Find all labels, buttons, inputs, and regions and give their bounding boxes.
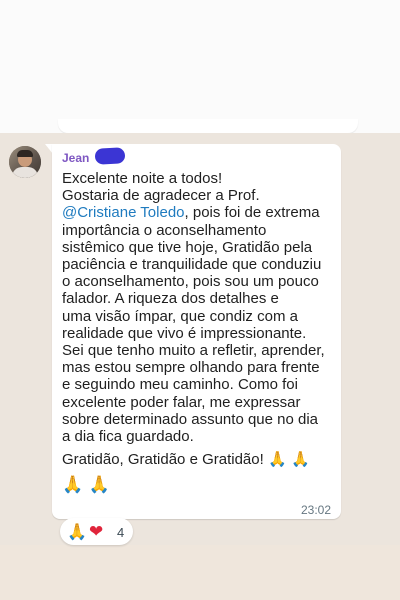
message-line: excelente poder falar, me expressar (62, 393, 301, 411)
previous-message-bubble-edge (58, 119, 358, 133)
message-line: a dia fica guardado. (62, 428, 194, 446)
message-line: uma visão ímpar, que condiz com a (62, 307, 298, 325)
avatar-body (12, 167, 38, 178)
name-redaction-scribble (94, 147, 126, 165)
sender-avatar[interactable] (9, 146, 41, 178)
message-text: Excelente noite a todos! Gostaria de agr… (62, 170, 337, 495)
message-line: importância o aconselhamento (62, 221, 267, 239)
closing-line: Gratidão, Gratidão e Gratidão! 🙏 🙏 (62, 450, 337, 469)
red-heart-reaction-icon: ❤ (89, 522, 104, 542)
previous-area (0, 0, 400, 133)
message-line: sistêmico que tive hoje, Gratidão pela (62, 238, 313, 256)
folded-hands-emoji-icon: 🙏 🙏 (62, 475, 110, 496)
message-timestamp: 23:02 (301, 503, 332, 517)
folded-hands-reaction-icon: 🙏 (67, 522, 87, 541)
message-line: falador. A riqueza dos detalhes e (62, 290, 279, 308)
message-line: Sei que tenho muito a refletir, aprender… (62, 342, 325, 360)
avatar-hair (17, 150, 33, 157)
message-line: Excelente noite a todos! (62, 170, 223, 187)
folded-hands-emoji-icon: 🙏 🙏 (267, 450, 311, 469)
message-line-rest: , pois foi de extrema (184, 204, 320, 222)
message-line: mas estou sempre olhando para frente (62, 359, 320, 377)
message-line: e seguindo meu caminho. Como foi (62, 376, 298, 394)
reaction-count: 4 (117, 525, 125, 540)
message-line: paciência e tranquilidade que conduziu (62, 256, 322, 274)
message-line: sobre determinado assunto que no dia (62, 410, 319, 428)
message-line-with-mention: @Cristiane Toledo, pois foi de extrema (62, 204, 337, 221)
bottom-area (0, 545, 400, 600)
closing-text: Gratidão, Gratidão e Gratidão! (62, 451, 264, 469)
message-line: o aconselhamento, pois sou um pouco (62, 273, 319, 291)
emoji-line: 🙏 🙏 (62, 476, 337, 494)
mention-link[interactable]: @Cristiane Toledo (62, 204, 185, 221)
message-line: realidade que vivo é impressionante. (62, 324, 307, 342)
sender-name[interactable]: Jean (62, 151, 89, 165)
message-line: Gostaria de agradecer a Prof. (62, 187, 260, 205)
